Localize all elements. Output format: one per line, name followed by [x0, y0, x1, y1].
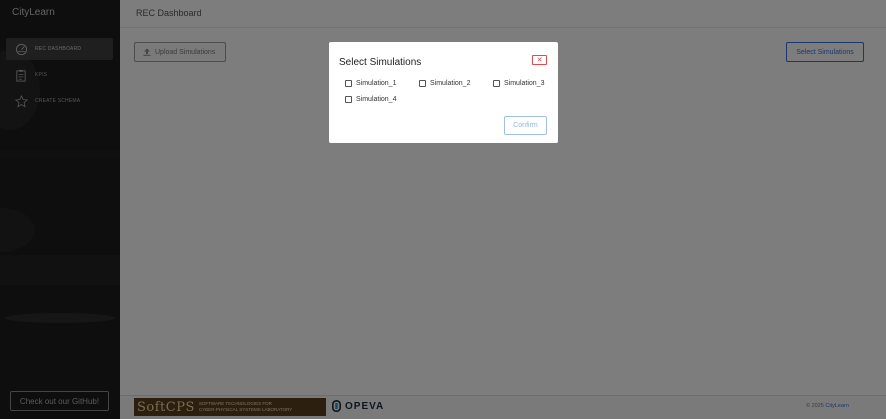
checkbox[interactable]: [345, 80, 352, 87]
simulation-option-label: Simulation_2: [430, 80, 471, 87]
simulation-option-3[interactable]: Simulation_3: [493, 80, 544, 87]
select-simulations-modal: Select Simulations ✕ Simulation_1 Simula…: [329, 42, 558, 143]
confirm-button[interactable]: Confirm: [504, 116, 547, 135]
simulation-option-label: Simulation_1: [356, 80, 397, 87]
simulation-option-4[interactable]: Simulation_4: [345, 96, 396, 103]
close-button[interactable]: ✕: [532, 55, 547, 65]
simulation-option-label: Simulation_3: [504, 80, 545, 87]
checkbox[interactable]: [493, 80, 500, 87]
simulation-option-1[interactable]: Simulation_1: [345, 80, 396, 87]
close-icon: ✕: [536, 56, 543, 64]
checkbox[interactable]: [345, 96, 352, 103]
simulation-option-label: Simulation_4: [356, 96, 397, 103]
modal-title: Select Simulations: [339, 57, 422, 68]
simulation-option-2[interactable]: Simulation_2: [419, 80, 470, 87]
checkbox[interactable]: [419, 80, 426, 87]
